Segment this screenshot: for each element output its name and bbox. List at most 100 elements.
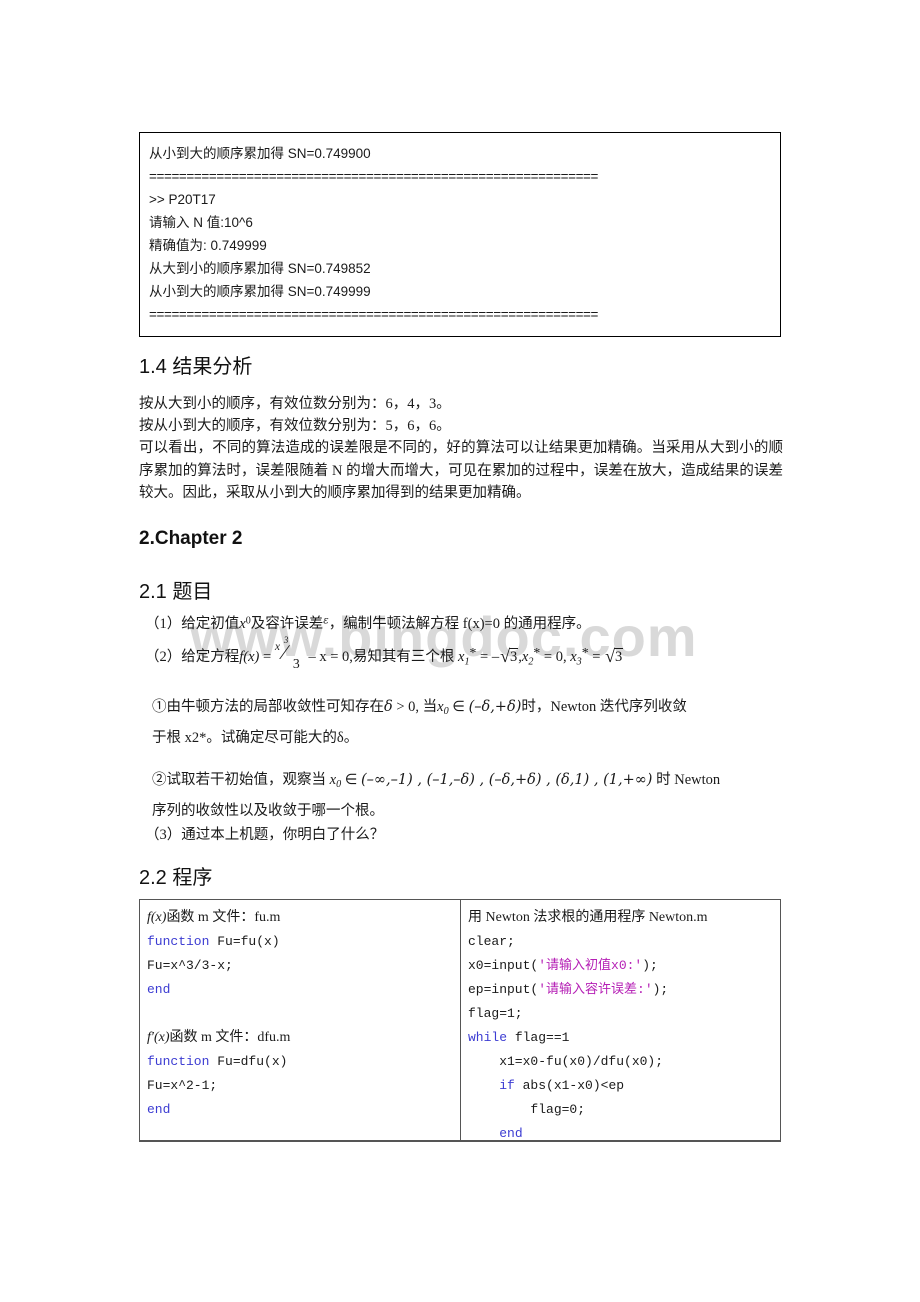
- section-1-4-line-1: 按从大到小的顺序，有效位数分别为：6，4，3。: [139, 396, 451, 412]
- console-line: 从小到大的顺序累加得 SN=0.749900: [149, 146, 371, 161]
- console-line: 从小到大的顺序累加得 SN=0.749999: [149, 284, 371, 299]
- code-text: flag==1: [507, 1030, 570, 1045]
- item-2-of-x: (x): [243, 649, 260, 666]
- sub2-intervals: (–∞,–1) , (–1,–δ) , (–δ,+δ) , (δ,1) , (1…: [361, 772, 653, 788]
- diagonal-fraction: x3 ∕ 3: [275, 635, 305, 671]
- sqrt-3-positive: √3: [604, 646, 624, 667]
- section-1-4-paragraph: 可以看出，不同的算法造成的误差限是不同的，好的算法可以让结果更加精确。当采用从大…: [139, 440, 783, 501]
- sub1-delta: δ: [384, 699, 393, 715]
- fu-title-rest: 函数 m 文件：fu.m: [166, 910, 281, 925]
- code-line: clear;: [468, 930, 780, 954]
- section-2-1-sub-item-2-line-2: 序列的收敛性以及收敛于哪一个根。: [152, 803, 384, 819]
- code-text: flag=0;: [468, 1102, 586, 1117]
- item-2-prefix: （2）给定方程: [145, 649, 240, 666]
- fu-title-of-x: (x): [150, 910, 167, 925]
- newton-code-block: clear; x0=input('请输入初值x0:'); ep=input('请输入…: [468, 930, 780, 1140]
- code-line: if abs(x1-x0)<ep: [468, 1074, 780, 1098]
- root-1-equals: = –: [476, 649, 500, 666]
- code-line: Fu=x^3/3-x;: [147, 958, 233, 973]
- sub1-prefix: ①由牛顿方法的局部收敛性可知存在: [152, 699, 384, 715]
- root-3-star: *: [581, 645, 589, 660]
- code-text: abs(x1-x0)<ep: [514, 1078, 625, 1093]
- heading-section-1-4: 1.4 结果分析: [139, 356, 253, 378]
- code-text: x1=x0-fu(x0)/dfu(x0);: [468, 1054, 664, 1069]
- heading-section-2-1: 2.1 题目: [139, 581, 213, 603]
- code-line-end: end: [147, 1102, 171, 1117]
- code-line: ep=input('请输入容许误差:');: [468, 978, 780, 1002]
- code-keyword: while: [468, 1030, 508, 1045]
- radicand: 3: [614, 648, 624, 666]
- item-2-minus-x: – x = 0: [304, 649, 350, 666]
- code-line: flag=1;: [468, 1002, 780, 1026]
- sub2-suffix: 时 Newton: [652, 772, 721, 788]
- code-text: clear;: [468, 934, 515, 949]
- code-string: '请输入容许误差:': [538, 982, 653, 997]
- code-text: ep=input(: [468, 982, 539, 997]
- radicand: 3: [509, 648, 519, 666]
- code-keyword: end: [499, 1126, 523, 1140]
- item-1-middle: 及容许误差: [250, 616, 324, 632]
- code-line: function Fu=dfu(x): [147, 1050, 460, 1074]
- code-line-end: end: [147, 982, 171, 997]
- console-line: >> P20T17: [149, 192, 216, 207]
- code-line: x0=input('请输入初值x0:');: [468, 954, 780, 978]
- heading-section-2-2: 2.2 程序: [139, 867, 213, 889]
- code-text: flag=1;: [468, 1006, 523, 1021]
- code-text: Fu=dfu(x): [209, 1054, 288, 1069]
- section-1-4-line-2: 按从小到大的顺序，有效位数分别为：5，6，6。: [139, 418, 451, 434]
- section-2-1-item-1: （1）给定初值x0及容许误差ε，编制牛顿法解方程 f(x)=0 的通用程序。: [145, 612, 591, 633]
- sqrt-3-negative: √3: [499, 646, 519, 667]
- sub2-prefix: ②试取若干初始值，观察当: [152, 772, 330, 788]
- code-table-cell-left: f(x)函数 m 文件：fu.m function Fu=fu(x) Fu=x^…: [140, 900, 461, 1140]
- heading-chapter-2: 2.Chapter 2: [139, 528, 243, 549]
- console-separator: ========================================…: [149, 307, 599, 322]
- code-text: );: [652, 982, 669, 997]
- fraction-denominator: 3: [292, 655, 300, 671]
- item-1-suffix: ，编制牛顿法解方程 f(x)=0 的通用程序。: [328, 616, 591, 632]
- code-line: while flag==1: [468, 1026, 780, 1050]
- dfu-title-rest: 函数 m 文件：dfu.m: [169, 1030, 291, 1045]
- code-text: Fu=fu(x): [209, 934, 280, 949]
- item-2-equals: =: [259, 649, 275, 666]
- code-title-newton: 用 Newton 法求根的通用程序 Newton.m: [468, 910, 708, 925]
- sub1-suffix: 时，Newton 迭代序列收敛: [521, 699, 687, 715]
- code-line: function Fu=fu(x): [147, 930, 460, 954]
- keyword-function: function: [147, 934, 210, 949]
- code-line: x1=x0-fu(x0)/dfu(x0);: [468, 1050, 780, 1074]
- fraction-numerator: x: [274, 639, 280, 653]
- code-table: f(x)函数 m 文件：fu.m function Fu=fu(x) Fu=x^…: [139, 899, 781, 1142]
- sub1-element-of: ∈: [448, 699, 469, 715]
- code-line: end: [468, 1122, 780, 1140]
- code-table-cell-right: 用 Newton 法求根的通用程序 Newton.m clear; x0=inpu…: [461, 900, 780, 1140]
- item-1-prefix: （1）给定初值: [145, 616, 240, 632]
- console-output-box: 从小到大的顺序累加得 SN=0.749900 =================…: [139, 132, 781, 337]
- root-3-equals: =: [588, 649, 605, 666]
- console-separator: ========================================…: [149, 169, 599, 184]
- console-lines: 从小到大的顺序累加得 SN=0.749900 =================…: [140, 133, 780, 326]
- sub1-greater: > 0,: [392, 699, 423, 715]
- root-2-equals: = 0,: [540, 649, 571, 666]
- section-2-1-item-2: （2）给定方程f(x) = x3 ∕ 3 – x = 0,易知其有三个根 x1*…: [145, 635, 624, 671]
- sub1-interval: (–δ,+δ): [468, 699, 522, 715]
- code-text: x0=input(: [468, 958, 539, 973]
- code-line: flag=0;: [468, 1098, 780, 1122]
- code-title-dfu: f′(x)函数 m 文件：dfu.m: [147, 1026, 460, 1050]
- item-2-middle: ,易知其有三个根: [349, 649, 458, 666]
- sub2-element-of: ∈: [341, 772, 362, 788]
- section-2-1-sub-item-1-line-1: ①由牛顿方法的局部收敛性可知存在δ > 0, 当x0 ∈ (–δ,+δ)时，Ne…: [152, 695, 687, 717]
- code-keyword: if: [499, 1078, 515, 1093]
- code-line: Fu=x^2-1;: [147, 1078, 218, 1093]
- section-2-1-sub-item-1-line-2: 于根 x2*。试确定尽可能大的δ。: [152, 730, 359, 746]
- fraction-slash: ∕: [282, 639, 287, 664]
- dfu-title-of-x: (x): [153, 1030, 170, 1045]
- section-2-1-item-3: （3）通过本上机题，你明白了什么？: [145, 827, 385, 843]
- console-line: 从大到小的顺序累加得 SN=0.749852: [149, 261, 371, 276]
- code-text: );: [642, 958, 658, 973]
- code-title-fu: f(x)函数 m 文件：fu.m: [147, 906, 460, 930]
- sub1-when: 当: [422, 699, 438, 715]
- document-page: 从小到大的顺序累加得 SN=0.749900 =================…: [0, 0, 920, 1302]
- keyword-function: function: [147, 1054, 210, 1069]
